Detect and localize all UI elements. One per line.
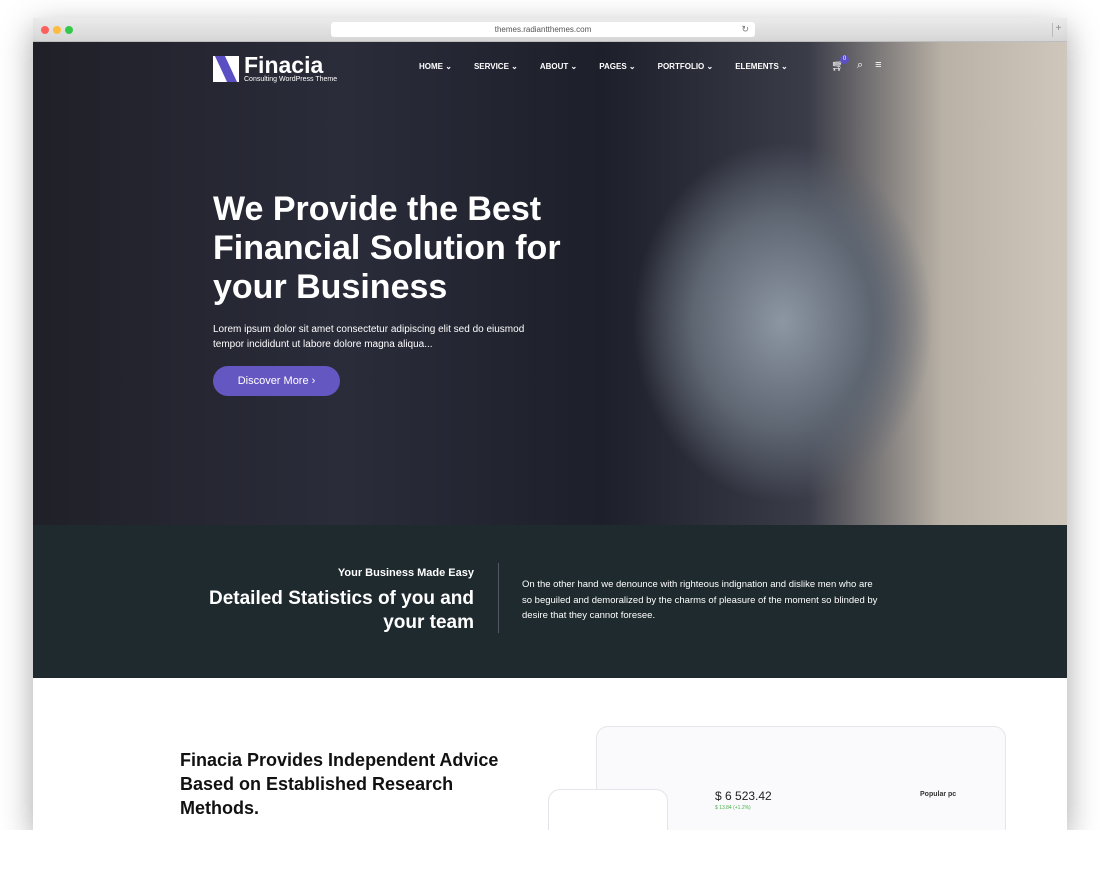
url-text: themes.radiantthemes.com: [494, 25, 592, 34]
logo-tagline: Consulting WordPress Theme: [244, 76, 338, 83]
divider: [498, 563, 499, 633]
minimize-icon[interactable]: [53, 26, 61, 34]
nav-elements[interactable]: ELEMENTS ⌄: [735, 62, 788, 71]
hero: Finacia Consulting WordPress Theme HOME ⌄…: [33, 42, 1067, 525]
close-icon[interactable]: [41, 26, 49, 34]
logo-icon: [213, 55, 239, 82]
band-kicker: Your Business Made Easy: [337, 567, 474, 579]
logo-name: Finacia: [244, 52, 324, 78]
nav-service[interactable]: SERVICE ⌄: [474, 62, 518, 71]
mockup-change: $ 13.84 (+1.2%): [715, 805, 751, 811]
nav-pages[interactable]: PAGES ⌄: [599, 62, 635, 71]
band-text: On the other hand we denounce with right…: [522, 579, 878, 621]
header-icons: 🛒︎ 0 ⌕ ≡: [831, 55, 882, 72]
main-nav: HOME ⌄ SERVICE ⌄ ABOUT ⌄ PAGES ⌄ PORTFOL…: [419, 62, 810, 71]
logo[interactable]: Finacia Consulting WordPress Theme: [213, 54, 337, 83]
nav-label: PAGES: [599, 62, 627, 71]
nav-label: ABOUT: [539, 62, 569, 71]
address-bar[interactable]: themes.radiantthemes.com ↻: [331, 22, 755, 37]
search-icon[interactable]: ⌕: [857, 59, 863, 72]
new-tab-icon[interactable]: +: [1052, 23, 1064, 37]
nav-portfolio[interactable]: PORTFOLIO ⌄: [658, 62, 714, 71]
section-title: Finacia Provides Independent Advice Base…: [180, 750, 499, 818]
cart-badge: 0: [840, 55, 849, 64]
discover-more-button[interactable]: Discover More ›: [213, 366, 340, 396]
reload-icon[interactable]: ↻: [741, 22, 749, 37]
menu-icon[interactable]: ≡: [875, 59, 881, 72]
mockup-price: $ 6 523.42: [715, 789, 772, 803]
cart-icon[interactable]: 🛒︎ 0: [831, 55, 849, 72]
nav-home[interactable]: HOME ⌄: [419, 62, 452, 71]
hero-text: Lorem ipsum dolor sit amet consectetur a…: [213, 324, 525, 350]
band-title: Detailed Statistics of you and your team: [209, 588, 474, 633]
nav-label: HOME: [419, 62, 443, 71]
nav-label: PORTFOLIO: [657, 62, 705, 71]
browser-titlebar: themes.radiantthemes.com ↻ +: [33, 18, 1067, 42]
mockup-popular: Popular pc: [920, 791, 957, 798]
browser-window: themes.radiantthemes.com ↻ + Finacia Consu…: [33, 18, 1067, 830]
page-bottom: [0, 830, 1100, 878]
hero-title: We Provide the Best Financial Solution f…: [213, 190, 561, 306]
maximize-icon[interactable]: [65, 26, 73, 34]
stats-band: Your Business Made Easy Detailed Statist…: [33, 525, 1067, 678]
nav-label: SERVICE: [473, 62, 509, 71]
nav-about[interactable]: ABOUT ⌄: [540, 62, 577, 71]
nav-label: ELEMENTS: [735, 62, 779, 71]
